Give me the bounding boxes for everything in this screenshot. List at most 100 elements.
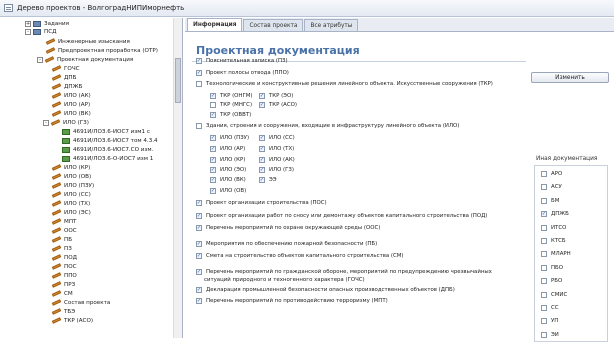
tree-item[interactable]: ООС (51, 226, 77, 235)
doc-checkbox-row[interactable]: ✓ ЭЭ (259, 176, 277, 184)
doc-checkbox-row[interactable]: ✓ ИЛО (АР) (210, 145, 245, 153)
collapse-icon[interactable]: - (37, 56, 43, 63)
doc-checkbox-row[interactable]: ✓ ИЛО (ПЗУ) (210, 134, 249, 142)
checkbox-unchecked[interactable] (541, 184, 547, 191)
doc-checkbox-row[interactable]: ✓ ТКР (АСО) (259, 101, 297, 109)
checkbox-unchecked[interactable] (541, 305, 547, 311)
tree-item[interactable]: ИЛО (АР) (51, 100, 90, 109)
doc-checkbox-row[interactable]: ✓ ИЛО (КР) (210, 156, 245, 164)
tree-item[interactable]: - ПСД (25, 27, 56, 36)
other-doc-item[interactable]: АСУ (541, 183, 562, 191)
tree-item[interactable]: ПЗ (51, 244, 72, 253)
checkbox-checked[interactable]: ✓ (259, 167, 265, 173)
tree-item[interactable]: ИЛО (АК) (51, 91, 91, 100)
doc-checkbox-row[interactable]: ✓ Пояснительная записка (ПЗ) (196, 57, 288, 65)
edit-button[interactable]: Изменить (531, 72, 609, 83)
tree-item[interactable]: ПРЗ (51, 280, 75, 289)
checkbox-checked[interactable]: ✓ (259, 177, 265, 183)
doc-checkbox-row[interactable]: ✓ Декларация промышленной безопасности оп… (196, 286, 455, 294)
other-doc-item[interactable]: ✓ ДПЖБ (541, 210, 569, 218)
tree-item[interactable]: ТБЭ (51, 307, 75, 316)
checkbox-checked[interactable]: ✓ (210, 188, 216, 194)
doc-checkbox-row[interactable]: ✓ Перечень мероприятий по гражданской обо… (196, 268, 492, 276)
tab-project-composition[interactable]: Состав проекта (243, 19, 304, 31)
checkbox-checked[interactable]: ✓ (196, 253, 202, 259)
checkbox-checked[interactable]: ✓ (196, 287, 202, 293)
tree-item[interactable]: ПОС (51, 262, 77, 271)
checkbox-checked[interactable]: ✓ (196, 298, 202, 304)
checkbox-checked[interactable]: ✓ (210, 167, 216, 173)
checkbox-unchecked[interactable] (196, 123, 202, 129)
tree-item[interactable]: ДПЖБ (51, 82, 82, 91)
checkbox-unchecked[interactable] (541, 224, 547, 231)
checkbox-checked[interactable]: ✓ (210, 177, 216, 183)
tree-item[interactable]: ТКР (АСО) (51, 316, 93, 325)
checkbox-checked[interactable]: ✓ (259, 157, 265, 163)
doc-checkbox-row[interactable]: ✓ ИЛО (АК) (259, 156, 295, 164)
tree-item[interactable]: ИЛО (ПЗУ) (51, 181, 94, 190)
checkbox-checked[interactable]: ✓ (210, 135, 216, 141)
tree-scroll-thumb[interactable] (175, 58, 181, 103)
tab-info[interactable]: Информация (187, 18, 243, 31)
other-doc-item[interactable]: РБО (541, 277, 562, 285)
checkbox-unchecked[interactable] (541, 238, 547, 244)
tree-item[interactable]: + Задания (25, 19, 69, 28)
other-doc-item[interactable]: СС (541, 304, 559, 312)
tree-item[interactable]: ДПБ (51, 73, 76, 82)
checkbox-checked[interactable]: ✓ (541, 211, 547, 218)
tree-item[interactable]: СМ (51, 289, 73, 298)
checkbox-checked[interactable]: ✓ (210, 112, 216, 118)
expand-icon[interactable]: + (25, 20, 31, 27)
other-doc-item[interactable]: ИТСО (541, 224, 566, 232)
other-doc-item[interactable]: БМ (541, 197, 559, 205)
doc-checkbox-row[interactable]: ✓ ИЛО (ГЗ) (259, 166, 294, 174)
checkbox-checked[interactable]: ✓ (259, 93, 265, 99)
doc-checkbox-row[interactable]: ✓ ИЛО (ОВ) (210, 187, 246, 195)
tree-item[interactable]: ИЛО (ЭС) (51, 208, 91, 217)
collapse-icon[interactable]: - (25, 28, 31, 35)
checkbox-checked[interactable]: ✓ (196, 70, 202, 76)
doc-checkbox-row[interactable]: ✓ ТКР (ОВВТ) (210, 111, 251, 119)
checkbox-unchecked[interactable] (541, 291, 547, 298)
checkbox-checked[interactable]: ✓ (196, 225, 202, 231)
collapse-icon[interactable]: - (43, 119, 49, 126)
checkbox-unchecked[interactable] (541, 264, 547, 271)
tree-item[interactable]: 4691И/ЛОЗ.6-ИОС7 изм1 с (62, 127, 150, 136)
tree-scrollbar[interactable] (173, 18, 182, 338)
checkbox-unchecked[interactable] (541, 331, 547, 338)
tree-item[interactable]: ИЛО (КР) (51, 163, 90, 172)
doc-checkbox-row[interactable]: ✓ Перечень мероприятий по охране окружающ… (196, 224, 380, 232)
other-doc-item[interactable]: УП (541, 317, 558, 325)
checkbox-checked[interactable]: ✓ (196, 241, 202, 247)
project-tree-panel[interactable]: ТКР (АСО) ТБЭ Состав проекта СМ ПРЗ ППО ПОС ПОД… (0, 18, 183, 338)
other-doc-item[interactable]: СМИС (541, 291, 567, 299)
checkbox-unchecked[interactable] (541, 251, 547, 258)
checkbox-unchecked[interactable] (196, 81, 202, 87)
doc-checkbox-row[interactable]: ✓ Проект организации строительства (ПОС) (196, 199, 327, 207)
doc-checkbox-row[interactable]: Здания, строения и сооружения, входящие … (196, 122, 459, 130)
tree-item[interactable]: - ИЛО (ГЗ) (43, 118, 89, 127)
checkbox-unchecked[interactable] (210, 102, 216, 108)
doc-checkbox-row[interactable]: ✓ ИЛО (ЭО) (210, 166, 246, 174)
doc-checkbox-row[interactable]: ✓ ИЛО (ВК) (210, 176, 246, 184)
checkbox-checked[interactable]: ✓ (210, 93, 216, 99)
tree-item[interactable]: 4691И/ЛОЗ.6-ИОС7 том 4.3.4 (62, 136, 158, 145)
checkbox-unchecked[interactable] (541, 278, 547, 285)
other-doc-item[interactable]: МЛАРН (541, 250, 571, 258)
tree-item[interactable]: ИЛО (СС) (51, 190, 91, 199)
doc-checkbox-row[interactable]: ✓ Проект полосы отвода (ППО) (196, 69, 289, 77)
checkbox-checked[interactable]: ✓ (196, 269, 202, 275)
doc-checkbox-row[interactable]: ✓ ИЛО (ТХ) (259, 145, 294, 153)
checkbox-checked[interactable]: ✓ (196, 58, 202, 64)
tab-all-attributes[interactable]: Все атрибуты (304, 19, 359, 31)
doc-checkbox-row[interactable]: ✓ ТКР (ОНГМ) (210, 92, 253, 100)
doc-checkbox-row[interactable]: ТКР (МНГС) (210, 101, 252, 109)
tree-item[interactable]: 4691И/ЛОЗ.6-О-ИОС7 изм 1 (62, 154, 153, 163)
checkbox-checked[interactable]: ✓ (210, 157, 216, 163)
tree-item[interactable]: Состав проекта (51, 298, 110, 307)
doc-checkbox-row[interactable]: ✓ Перечень мероприятий по противодействию… (196, 297, 388, 305)
other-doc-item[interactable]: АРО (541, 170, 562, 178)
checkbox-checked[interactable]: ✓ (196, 213, 202, 219)
tree-item[interactable]: ИЛО (ТХ) (51, 199, 90, 208)
tree-item[interactable]: МПТ (51, 217, 76, 226)
